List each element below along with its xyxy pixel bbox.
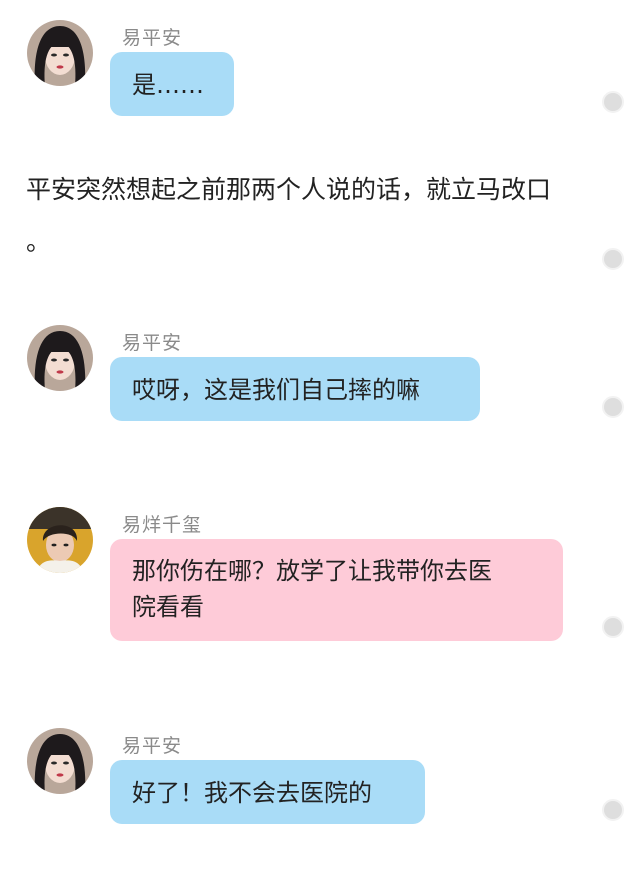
message-bubble[interactable]: 那你伤在哪？放学了让我带你去医 院看看 [110,539,563,641]
more-dot-icon[interactable] [602,799,624,821]
more-dot-icon[interactable] [602,91,624,113]
sender-name: 易平安 [122,27,183,49]
sender-name: 易烊千玺 [122,514,203,536]
narration-text: 平安突然想起之前那两个人说的话，就立马改口 。 [26,175,552,256]
sender-name: 易平安 [122,332,183,354]
avatar-yiyangqianxi[interactable] [27,507,93,573]
avatar-yipingan[interactable] [27,728,93,794]
sender-name: 易平安 [122,735,183,757]
message-bubble[interactable]: 是…… [110,52,234,116]
message-bubble[interactable]: 哎呀，这是我们自己摔的嘛 [110,357,480,421]
message-bubble[interactable]: 好了！我不会去医院的 [110,760,425,824]
avatar-yipingan[interactable] [27,20,93,86]
avatar-yipingan[interactable] [27,325,93,391]
more-dot-icon[interactable] [602,396,624,418]
more-dot-icon[interactable] [602,248,624,270]
more-dot-icon[interactable] [602,616,624,638]
